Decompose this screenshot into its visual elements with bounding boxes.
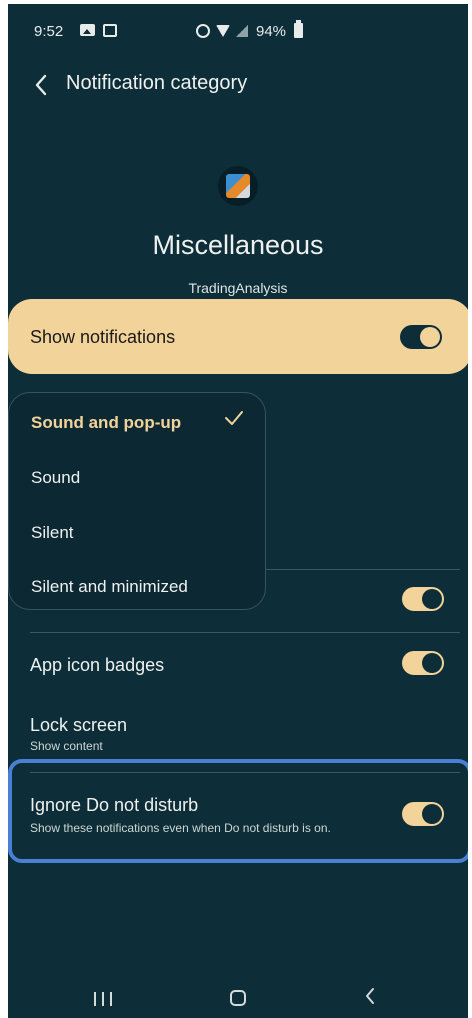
divider	[266, 569, 460, 570]
home-icon[interactable]	[230, 990, 246, 1006]
trading-app-icon	[226, 174, 250, 198]
status-time: 9:52	[34, 23, 64, 40]
app-icon-badges-toggle[interactable]	[402, 651, 444, 675]
status-bar: 9:52 94%	[8, 4, 468, 60]
show-notifications-toggle[interactable]	[400, 325, 442, 349]
toggle-knob	[422, 589, 442, 609]
battery-percent: 94%	[256, 23, 287, 40]
popup-option-sound-popup[interactable]: Sound and pop-up	[31, 413, 181, 433]
highlight-box	[8, 759, 468, 863]
battery-icon	[294, 20, 303, 38]
app-header: Notification category	[8, 62, 468, 112]
toggle-knob	[420, 327, 440, 347]
status-left-icons	[80, 24, 117, 37]
navigation-bar	[8, 980, 468, 1018]
toggle-knob	[422, 653, 442, 673]
popup-option-silent[interactable]: Silent	[31, 523, 74, 543]
nav-back-icon[interactable]	[364, 986, 376, 1012]
app-icon-badges-label: App icon badges	[30, 655, 165, 675]
gallery-icon	[80, 24, 95, 36]
show-notifications-label: Show notifications	[30, 327, 176, 347]
wifi-icon	[216, 25, 230, 37]
popup-option-sound[interactable]: Sound	[31, 468, 80, 488]
lock-screen-sub: Show content	[30, 739, 103, 753]
popup-option-silent-minimized[interactable]: Silent and minimized	[31, 577, 188, 597]
divider	[30, 632, 460, 633]
category-title: Miscellaneous	[152, 230, 324, 260]
app-name: TradingAnalysis	[188, 280, 288, 296]
back-icon[interactable]	[30, 70, 60, 100]
show-notifications-row[interactable]: Show notifications	[8, 299, 468, 374]
device-icon	[103, 24, 117, 37]
page-title: Notification category	[66, 72, 248, 94]
app-icon	[218, 166, 258, 206]
phone-screen: 9:52 94% Notification category Miscellan…	[8, 4, 468, 1018]
alert-style-popup: Sound and pop-up Sound Silent Silent and…	[8, 392, 266, 610]
status-right-icons	[196, 24, 248, 38]
recents-icon[interactable]	[94, 992, 112, 1006]
sync-icon	[196, 24, 210, 38]
check-icon	[225, 411, 243, 425]
lock-screen-label: Lock screen	[30, 715, 128, 735]
signal-icon	[236, 25, 248, 37]
alert-style-toggle[interactable]	[402, 587, 444, 611]
